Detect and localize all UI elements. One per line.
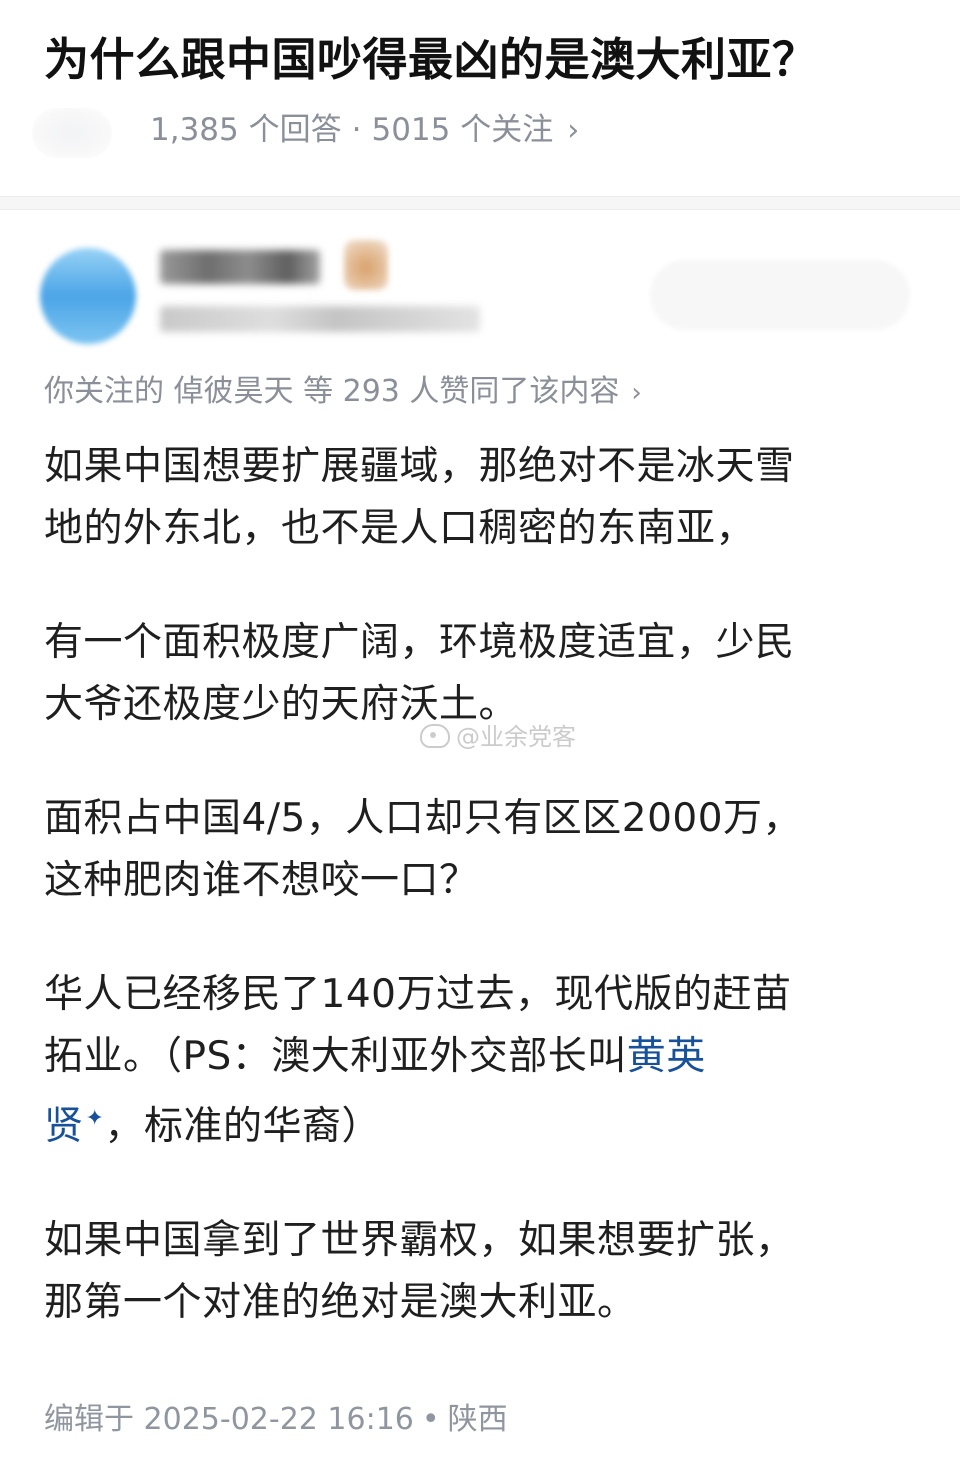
author-avatar[interactable]	[40, 248, 136, 344]
edit-meta: 编辑于 2025-02-22 16:16 • 陕西	[44, 1398, 508, 1442]
answer-paragraph: 华人已经移民了140万过去，现代版的赶苗 拓业。（PS：澳大利亚外交部长叫黄英 …	[44, 964, 924, 1158]
weibo-icon	[420, 724, 450, 748]
author-badge-blurred	[344, 240, 388, 290]
paragraph-line: 如果中国拿到了世界霸权，如果想要扩张，	[44, 1218, 795, 1263]
edit-location: 陕西	[447, 1402, 508, 1437]
paragraph-line: 面积占中国4/5，人口却只有区区2000万，	[44, 796, 803, 841]
person-link[interactable]: 贤	[44, 1104, 84, 1149]
question-card: 为什么跟中国吵得最凶的是澳大利亚？ 1,385 个回答 · 5015 个关注 ›	[0, 0, 960, 196]
question-stats[interactable]: 1,385 个回答 · 5015 个关注 ›	[150, 108, 579, 153]
answers-count: 1,385 个回答	[150, 112, 342, 148]
paragraph-line: 有一个面积极度广阔，环境极度适宜，少民	[44, 620, 795, 665]
meta-dot: •	[421, 1402, 440, 1437]
paragraph-line: 如果中国想要扩展疆域，那绝对不是冰天雪	[44, 444, 795, 489]
answer-paragraph: 如果中国拿到了世界霸权，如果想要扩张， 那第一个对准的绝对是澳大利亚。	[44, 1210, 924, 1334]
watermark-text: @业余党客	[456, 723, 576, 751]
chevron-right-icon: ›	[631, 378, 642, 408]
chevron-right-icon: ›	[567, 113, 580, 148]
upvote-summary[interactable]: 你关注的 倬彼昊天 等 293 人赞同了该内容 ›	[44, 370, 642, 415]
author-row	[0, 210, 960, 350]
author-bio-blurred	[160, 306, 480, 332]
paragraph-line: 那第一个对准的绝对是澳大利亚。	[44, 1280, 637, 1325]
follow-button-blurred[interactable]	[650, 260, 910, 330]
person-link[interactable]: 黄英	[627, 1034, 706, 1079]
paragraph-text: ，标准的华裔）	[104, 1104, 381, 1149]
paragraph-line: 地的外东北，也不是人口稠密的东南亚，	[44, 506, 756, 551]
paragraph-line: 华人已经移民了140万过去，现代版的赶苗	[44, 972, 792, 1017]
answer-paragraph: 有一个面积极度广阔，环境极度适宜，少民 大爷还极度少的天府沃土。	[44, 612, 924, 736]
answer-paragraph: 如果中国想要扩展疆域，那绝对不是冰天雪 地的外东北，也不是人口稠密的东南亚，	[44, 436, 924, 560]
watermark: @业余党客	[420, 720, 576, 754]
answer-body: 如果中国想要扩展疆域，那绝对不是冰天雪 地的外东北，也不是人口稠密的东南亚， 有…	[44, 436, 924, 1386]
author-name-blurred[interactable]	[160, 250, 320, 284]
stats-separator: ·	[351, 112, 362, 148]
search-link-icon[interactable]: ✦	[86, 1106, 105, 1131]
paragraph-text: 拓业。（PS：澳大利亚外交部长叫	[44, 1034, 627, 1079]
card-divider	[0, 196, 960, 210]
question-title[interactable]: 为什么跟中国吵得最凶的是澳大利亚？	[44, 28, 818, 92]
answer-paragraph: 面积占中国4/5，人口却只有区区2000万， 这种肥肉谁不想咬一口？	[44, 788, 924, 912]
paragraph-line: 拓业。（PS：澳大利亚外交部长叫黄英	[44, 1026, 924, 1088]
paragraph-line: 这种肥肉谁不想咬一口？	[44, 858, 479, 903]
blurred-avatar-placeholder	[32, 108, 112, 158]
upvote-text: 你关注的 倬彼昊天 等 293 人赞同了该内容	[44, 374, 620, 409]
followers-count: 5015 个关注	[371, 112, 554, 148]
paragraph-line: 贤✦，标准的华裔）	[44, 1088, 924, 1158]
edit-time: 编辑于 2025-02-22 16:16	[44, 1402, 414, 1437]
